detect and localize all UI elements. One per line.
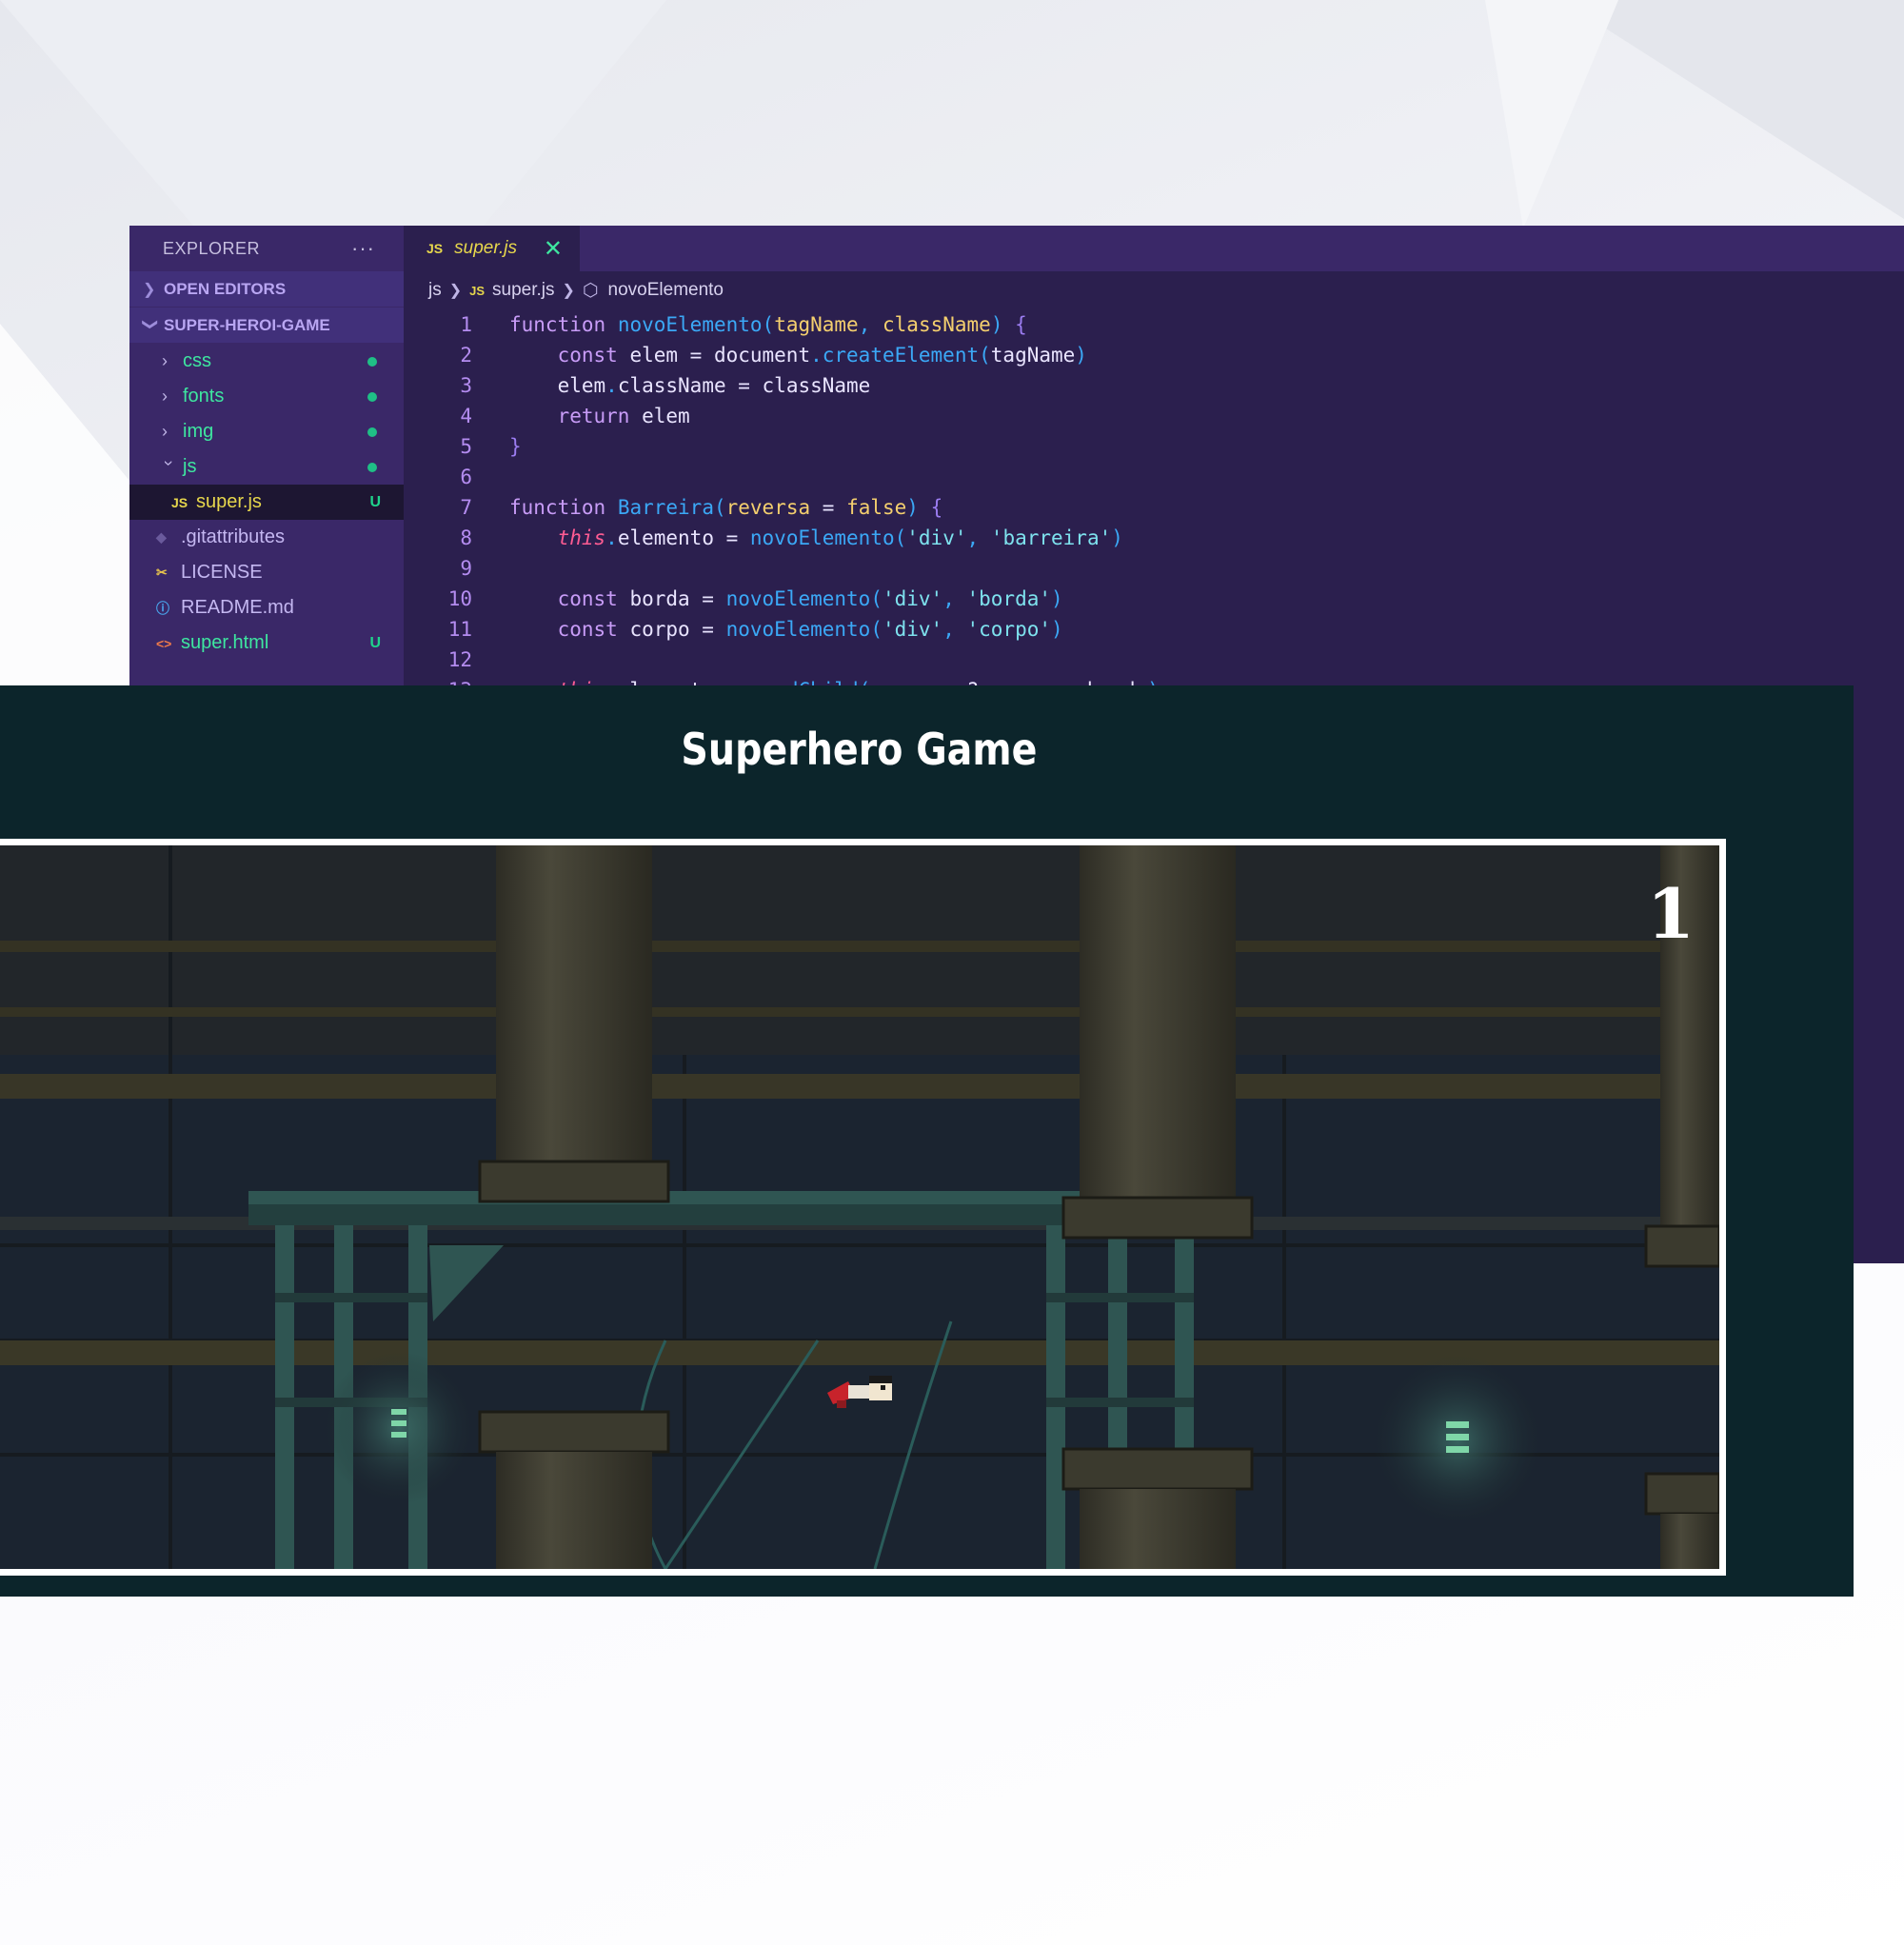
line-number: 5 bbox=[460, 435, 472, 458]
code-line[interactable]: 2 const elem = document.createElement(ta… bbox=[404, 340, 1904, 370]
js-file-icon: JS bbox=[426, 241, 444, 256]
game-page: Superhero Game 1 bbox=[0, 685, 1854, 1597]
tree-item-label: img bbox=[183, 421, 214, 442]
git-file-icon: ◆ bbox=[156, 529, 167, 545]
line-number: 11 bbox=[447, 618, 472, 641]
explorer-title: EXPLORER bbox=[163, 238, 261, 258]
code-line[interactable]: 5} bbox=[404, 431, 1904, 462]
tab-label: super.js bbox=[454, 238, 517, 258]
code-area[interactable]: 1 function novoElemento(tagName, classNam… bbox=[404, 309, 1904, 705]
js-file-icon: JS bbox=[469, 283, 486, 298]
code-text: } bbox=[509, 435, 522, 458]
line-number: 2 bbox=[460, 344, 472, 367]
code-line[interactable]: 6 bbox=[404, 462, 1904, 492]
modified-dot-icon bbox=[367, 357, 377, 367]
breadcrumb-file[interactable]: super.js bbox=[492, 280, 554, 301]
tree-item-super-js[interactable]: JS super.js U bbox=[129, 485, 404, 520]
breadcrumb-symbol[interactable]: novoElemento bbox=[608, 280, 724, 301]
chevron-down-icon: › bbox=[159, 460, 179, 466]
tree-item-fonts[interactable]: › fonts bbox=[129, 379, 404, 414]
tree-item-label: fonts bbox=[183, 386, 225, 407]
tree-item-label: css bbox=[183, 350, 211, 371]
chevron-right-icon: › bbox=[162, 422, 168, 441]
game-scene bbox=[0, 845, 1719, 1569]
chevron-down-icon: ❯ bbox=[142, 317, 158, 330]
line-number: 10 bbox=[447, 587, 472, 610]
line-number: 6 bbox=[460, 466, 472, 488]
code-line[interactable]: 9 bbox=[404, 553, 1904, 584]
tree-item-label: README.md bbox=[181, 597, 294, 618]
open-editors-section[interactable]: ❯ OPEN EDITORS bbox=[129, 271, 404, 307]
explorer-header: EXPLORER ··· bbox=[129, 226, 404, 271]
code-line[interactable]: 1 function novoElemento(tagName, classNam… bbox=[404, 309, 1904, 340]
line-number: 4 bbox=[460, 405, 472, 427]
tree-item-img[interactable]: › img bbox=[129, 414, 404, 449]
modified-dot-icon bbox=[367, 427, 377, 437]
code-text: const borda = novoElemento('div', 'borda… bbox=[557, 587, 1063, 610]
code-text: function novoElemento(tagName, className… bbox=[509, 313, 1027, 336]
code-line[interactable]: 3 elem.className = className bbox=[404, 370, 1904, 401]
code-text: const corpo = novoElemento('div', 'corpo… bbox=[557, 618, 1063, 641]
chevron-right-icon: ❯ bbox=[143, 281, 156, 298]
line-number: 12 bbox=[447, 648, 472, 671]
game-canvas[interactable]: 1 bbox=[0, 839, 1726, 1576]
close-icon[interactable]: ✕ bbox=[544, 235, 563, 263]
symbol-cube-icon: ⬡ bbox=[582, 280, 599, 301]
line-number: 9 bbox=[460, 557, 472, 580]
chevron-right-icon: › bbox=[162, 351, 168, 370]
tree-item-label: super.html bbox=[181, 632, 269, 653]
line-number: 7 bbox=[460, 496, 472, 519]
untracked-badge: U bbox=[369, 493, 381, 510]
tree-item-label: js bbox=[183, 456, 197, 477]
line-number: 1 bbox=[460, 313, 472, 336]
tab-super-js[interactable]: JS super.js ✕ bbox=[404, 226, 580, 271]
info-file-icon: ⓘ bbox=[156, 600, 169, 616]
html-file-icon: <> bbox=[156, 635, 172, 651]
game-title: Superhero Game bbox=[681, 724, 1038, 775]
code-line[interactable]: 10 const borda = novoElemento('div', 'bo… bbox=[404, 584, 1904, 614]
code-line[interactable]: 12 bbox=[404, 645, 1904, 675]
code-text: return elem bbox=[557, 405, 690, 427]
open-editors-label: OPEN EDITORS bbox=[164, 279, 287, 298]
code-line[interactable]: 7 function Barreira(reversa = false) { bbox=[404, 492, 1904, 523]
tree-item-label: .gitattributes bbox=[181, 526, 285, 547]
modified-dot-icon bbox=[367, 463, 377, 472]
project-label: SUPER-HEROI-GAME bbox=[164, 315, 330, 334]
code-text: function Barreira(reversa = false) { bbox=[509, 496, 943, 519]
code-line[interactable]: 11 const corpo = novoElemento('div', 'co… bbox=[404, 614, 1904, 645]
chevron-right-icon: ❯ bbox=[448, 283, 463, 299]
code-text: elem.className = className bbox=[509, 374, 871, 397]
js-file-icon: JS bbox=[171, 494, 188, 510]
license-file-icon: ✂ bbox=[156, 565, 168, 580]
modified-dot-icon bbox=[367, 392, 377, 402]
project-section[interactable]: ❯ SUPER-HEROI-GAME bbox=[129, 308, 404, 343]
tree-item-readme[interactable]: ⓘ README.md bbox=[129, 590, 404, 625]
tree-item-css[interactable]: › css bbox=[129, 344, 404, 379]
breadcrumb: js ❯ JS super.js ❯ ⬡ novoElemento bbox=[404, 271, 1904, 309]
tree-item-gitattributes[interactable]: ◆ .gitattributes bbox=[129, 520, 404, 555]
score-counter: 1 bbox=[1646, 873, 1695, 954]
tree-item-super-html[interactable]: <> super.html U bbox=[129, 625, 404, 661]
tree-item-js[interactable]: › js bbox=[129, 449, 404, 485]
tree-item-license[interactable]: ✂ LICENSE bbox=[129, 555, 404, 590]
code-line[interactable]: 8 this.elemento = novoElemento('div', 'b… bbox=[404, 523, 1904, 553]
code-line[interactable]: 4 return elem bbox=[404, 401, 1904, 431]
ellipsis-icon[interactable]: ··· bbox=[351, 236, 375, 261]
tab-bar: JS super.js ✕ bbox=[404, 226, 1904, 271]
breadcrumb-folder[interactable]: js bbox=[428, 280, 442, 301]
untracked-badge: U bbox=[369, 634, 381, 651]
tree-item-label: LICENSE bbox=[181, 562, 263, 583]
code-text: const elem = document.createElement(tagN… bbox=[557, 344, 1087, 367]
line-number: 8 bbox=[460, 526, 472, 549]
chevron-right-icon: › bbox=[162, 387, 168, 406]
tree-item-label: super.js bbox=[196, 491, 262, 512]
chevron-right-icon: ❯ bbox=[562, 283, 575, 299]
line-number: 3 bbox=[460, 374, 472, 397]
code-text: this.elemento = novoElemento('div', 'bar… bbox=[557, 526, 1123, 549]
